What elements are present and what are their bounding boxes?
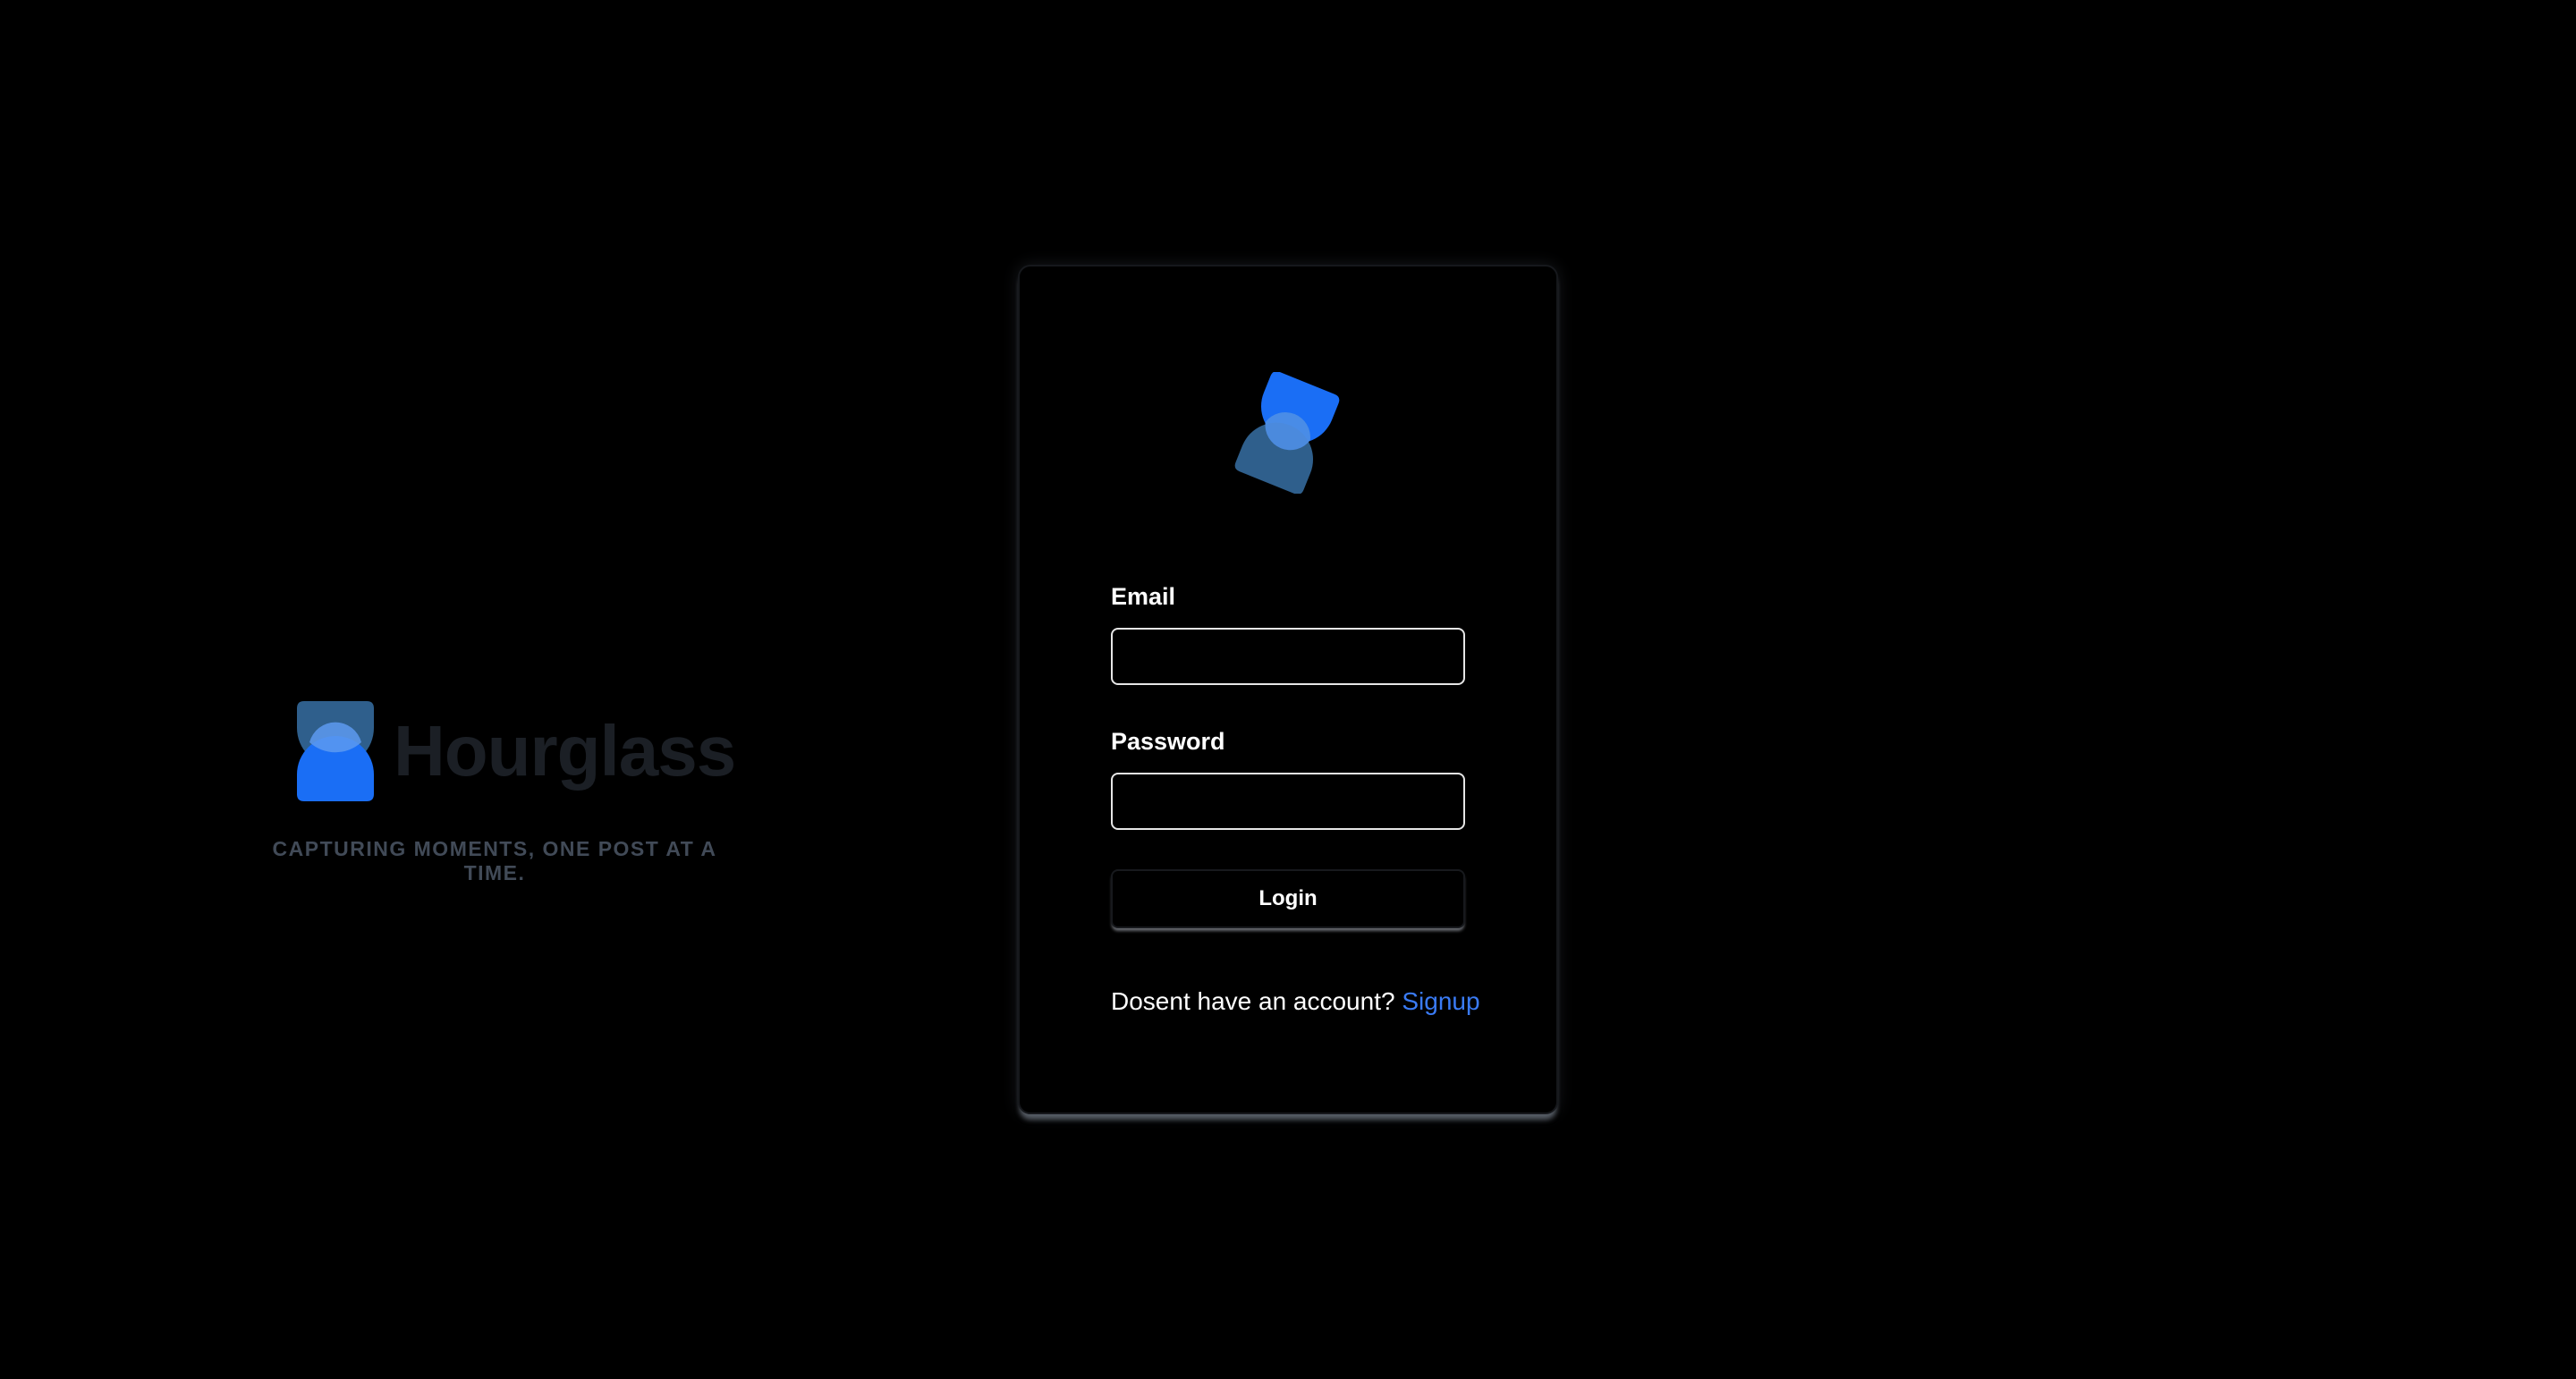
signup-prompt-text: Dosent have an account? (1111, 987, 1395, 1015)
email-field[interactable] (1111, 628, 1465, 685)
password-field[interactable] (1111, 773, 1465, 830)
login-card: Email Password Login Dosent have an acco… (1018, 265, 1558, 1114)
brand-logo-row: Hourglass (297, 698, 736, 805)
signup-prompt-row: Dosent have an account? Signup (1111, 987, 1480, 1016)
hourglass-icon (1234, 372, 1340, 494)
hourglass-icon (297, 701, 374, 801)
password-label: Password (1111, 728, 1225, 755)
login-page: Hourglass CAPTURING MOMENTS, ONE POST AT… (0, 0, 2576, 1379)
signup-link[interactable]: Signup (1402, 987, 1479, 1015)
brand-name: Hourglass (394, 711, 736, 791)
brand-tagline: CAPTURING MOMENTS, ONE POST AT A TIME. (272, 837, 717, 884)
login-button[interactable]: Login (1111, 869, 1465, 928)
email-label: Email (1111, 583, 1176, 610)
brand-section: Hourglass CAPTURING MOMENTS, ONE POST AT… (258, 689, 736, 884)
